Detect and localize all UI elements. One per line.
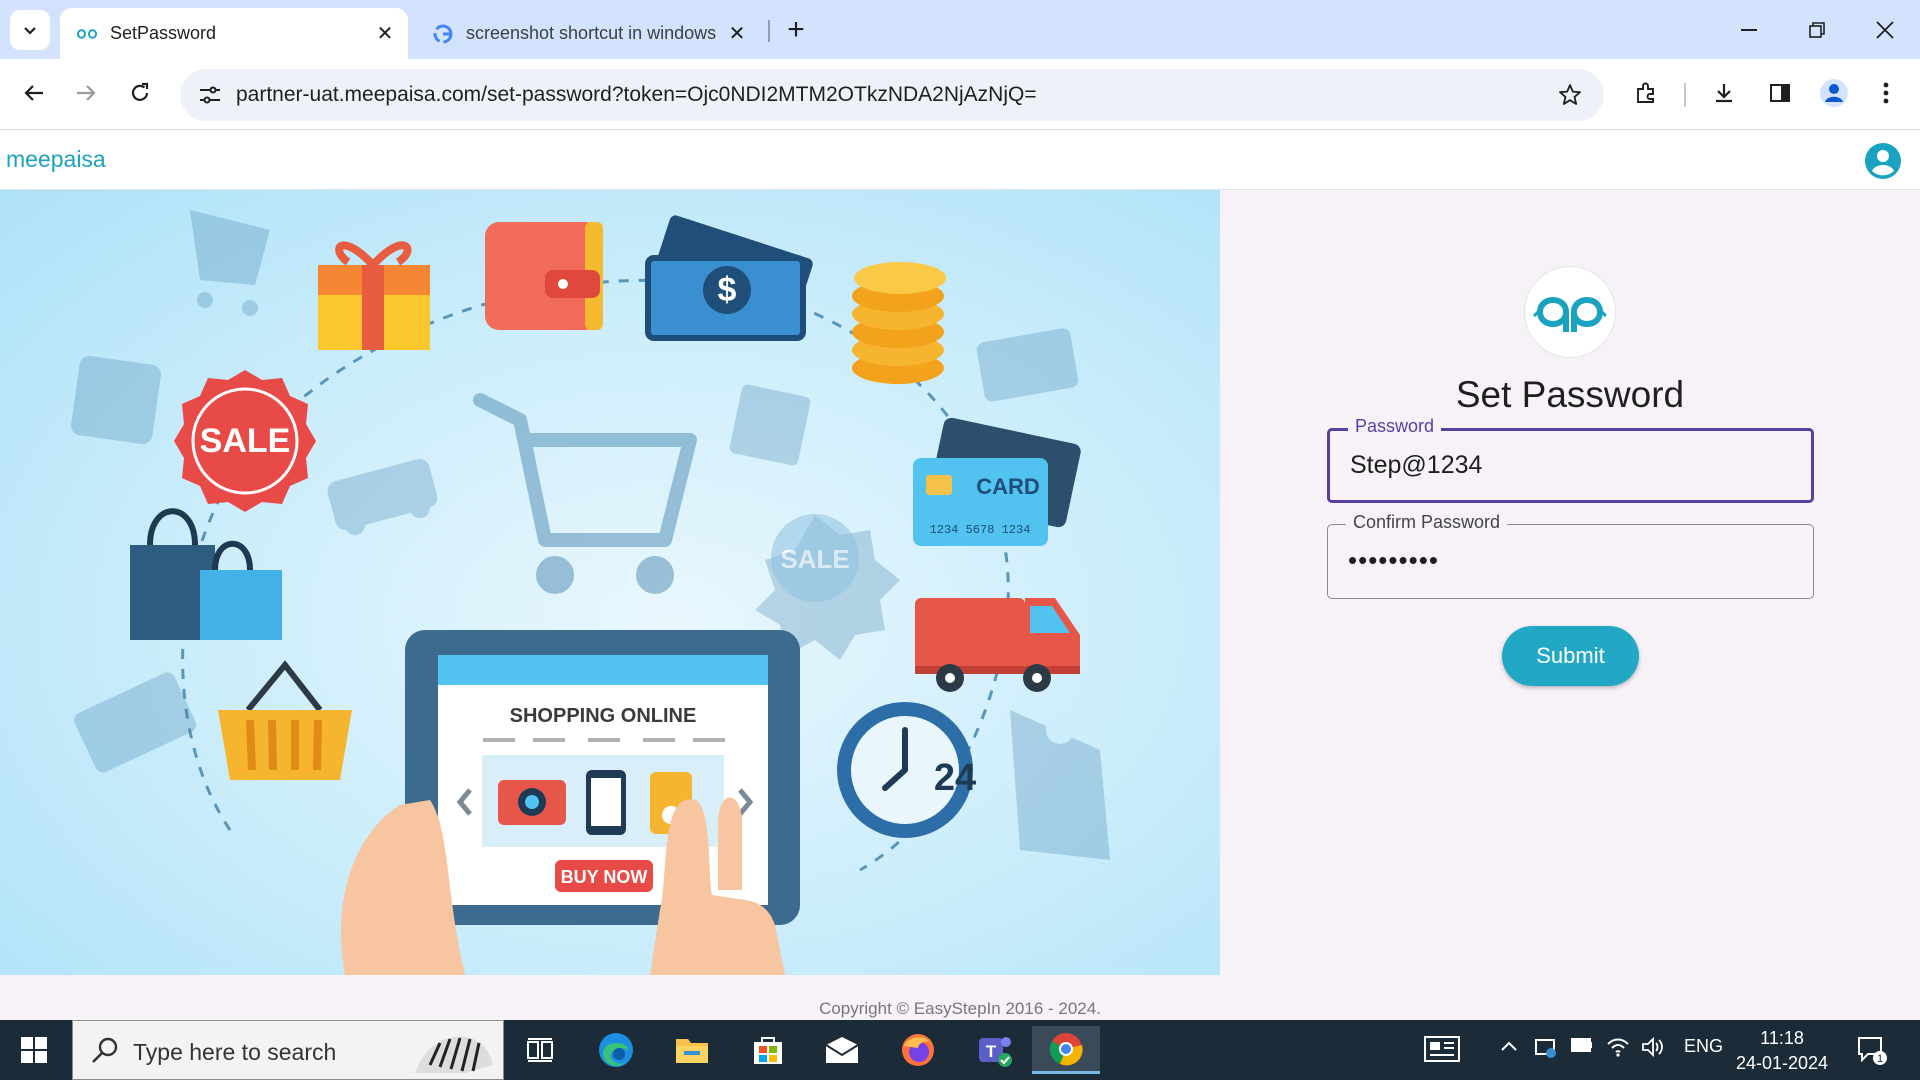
- battery-icon[interactable]: [1570, 1036, 1594, 1059]
- toolbar-divider: [1684, 83, 1686, 107]
- brand-link[interactable]: meepaisa: [6, 146, 106, 173]
- money-icon: $: [645, 215, 813, 341]
- url-text[interactable]: partner-uat.meepaisa.com/set-password?to…: [236, 83, 1037, 107]
- meet-now-icon[interactable]: [1534, 1036, 1558, 1065]
- show-hidden-icons-chevron-icon[interactable]: [1500, 1036, 1518, 1057]
- file-explorer-icon[interactable]: [658, 1026, 726, 1074]
- teams-icon[interactable]: T: [960, 1026, 1028, 1074]
- meepaisa-logo-icon: [1532, 297, 1608, 332]
- download-icon[interactable]: [1704, 73, 1744, 113]
- minimize-icon[interactable]: [1726, 8, 1772, 52]
- app-header: meepaisa: [0, 130, 1920, 190]
- set-password-panel: Set Password Password Confirm Password •…: [1220, 190, 1920, 975]
- restore-icon[interactable]: [1794, 8, 1840, 52]
- password-field[interactable]: Password: [1327, 416, 1814, 503]
- wifi-icon[interactable]: [1606, 1036, 1630, 1063]
- search-placeholder: Type here to search: [133, 1039, 337, 1065]
- zebra-search-highlight-icon: [405, 1025, 497, 1077]
- confirm-password-field[interactable]: Confirm Password •••••••••: [1327, 512, 1814, 599]
- copyright-text: Copyright © EasyStepIn 2016 - 2024.: [819, 999, 1101, 1018]
- svg-text:CARD: CARD: [976, 474, 1040, 499]
- firefox-icon[interactable]: [884, 1026, 952, 1074]
- microsoft-store-icon[interactable]: [734, 1026, 802, 1074]
- svg-text:SALE: SALE: [200, 422, 291, 460]
- taskbar-search[interactable]: Type here to search: [72, 1020, 504, 1080]
- search-icon: [89, 1035, 121, 1067]
- volume-icon[interactable]: [1640, 1036, 1664, 1063]
- language-indicator[interactable]: ENG: [1684, 1036, 1723, 1057]
- tab-divider: [768, 20, 770, 42]
- close-tab-icon[interactable]: ✕: [370, 19, 400, 49]
- svg-text:T: T: [986, 1042, 997, 1061]
- password-label: Password: [1348, 416, 1442, 437]
- new-tab-icon[interactable]: +: [780, 13, 812, 46]
- tab-screenshot-shortcut[interactable]: screenshot shortcut in windows ✕: [420, 8, 760, 59]
- basket-icon: [218, 660, 352, 780]
- mail-icon[interactable]: [808, 1026, 876, 1074]
- extensions-icon[interactable]: [1626, 73, 1666, 113]
- svg-text:1: 1: [1877, 1053, 1883, 1065]
- bookmark-star-icon[interactable]: [1550, 75, 1590, 115]
- svg-text:SHOPPING ONLINE: SHOPPING ONLINE: [510, 705, 697, 727]
- account-circle-icon[interactable]: [1864, 142, 1902, 180]
- tab-search-button[interactable]: [10, 10, 50, 50]
- browser-toolbar: partner-uat.meepaisa.com/set-password?to…: [0, 59, 1920, 130]
- delivery-truck-icon: [915, 598, 1080, 692]
- svg-text:BUY NOW: BUY NOW: [561, 867, 648, 887]
- password-input[interactable]: [1350, 451, 1790, 480]
- svg-text:24: 24: [934, 757, 976, 799]
- credit-card-icon: CARD 1234 5678 1234: [913, 417, 1081, 546]
- reload-icon[interactable]: [120, 73, 160, 113]
- chevron-down-icon: [24, 27, 36, 35]
- side-panel-icon[interactable]: [1760, 73, 1800, 113]
- tab-title: screenshot shortcut in windows: [466, 23, 717, 43]
- tab-title: SetPassword: [110, 23, 217, 43]
- tab-setpassword[interactable]: SetPassword ✕: [60, 8, 408, 59]
- shopping-bags-icon: [130, 508, 282, 640]
- profile-avatar-icon[interactable]: [1814, 73, 1854, 113]
- more-menu-icon[interactable]: [1866, 73, 1906, 113]
- close-tab-icon[interactable]: ✕: [722, 19, 752, 49]
- sale-badge-icon: SALE: [174, 370, 316, 512]
- coins-icon: [852, 262, 946, 384]
- svg-text:1234 5678 1234: 1234 5678 1234: [930, 523, 1031, 537]
- google-g-icon: [430, 21, 456, 47]
- browser-tab-strip: SetPassword ✕ screenshot shortcut in win…: [0, 0, 1920, 59]
- shopping-illustration-art: $ SALE SALE CARD 1234 5678 1234 24 SHOPP…: [71, 195, 1110, 975]
- gift-icon: [318, 241, 430, 350]
- chrome-icon[interactable]: [1032, 1026, 1100, 1074]
- clock-date: 24-01-2024: [1735, 1053, 1829, 1073]
- close-window-icon[interactable]: [1862, 8, 1908, 52]
- meepaisa-favicon: [74, 21, 100, 47]
- forward-icon[interactable]: [66, 73, 106, 113]
- notification-center-icon[interactable]: 1: [1856, 1034, 1888, 1066]
- news-widget-icon[interactable]: [1424, 1036, 1460, 1067]
- windows-start-icon[interactable]: [14, 1032, 54, 1068]
- wallet-icon: [485, 222, 603, 330]
- submit-button[interactable]: Submit: [1502, 626, 1639, 686]
- edge-browser-icon[interactable]: [582, 1026, 650, 1074]
- address-bar[interactable]: partner-uat.meepaisa.com/set-password?to…: [180, 69, 1604, 121]
- confirm-password-label: Confirm Password: [1346, 512, 1508, 533]
- page-title: Set Password: [1455, 374, 1685, 415]
- shopping-illustration: $ SALE SALE CARD 1234 5678 1234 24 SHOPP…: [0, 190, 1220, 975]
- windows-taskbar: Type here to search T ENG 11:18 24-01-20…: [0, 1020, 1920, 1080]
- svg-text:SALE: SALE: [780, 544, 849, 574]
- site-info-icon[interactable]: [190, 75, 230, 115]
- task-view-icon[interactable]: [506, 1026, 574, 1074]
- back-icon[interactable]: [14, 73, 54, 113]
- confirm-password-input[interactable]: •••••••••: [1348, 545, 1788, 576]
- meepaisa-logo: [1524, 266, 1616, 358]
- taskbar-clock[interactable]: 11:18 24-01-2024: [1732, 1026, 1832, 1076]
- clock-time: 11:18: [1760, 1028, 1804, 1048]
- svg-text:$: $: [718, 271, 737, 309]
- clock-24-icon: 24: [837, 702, 976, 838]
